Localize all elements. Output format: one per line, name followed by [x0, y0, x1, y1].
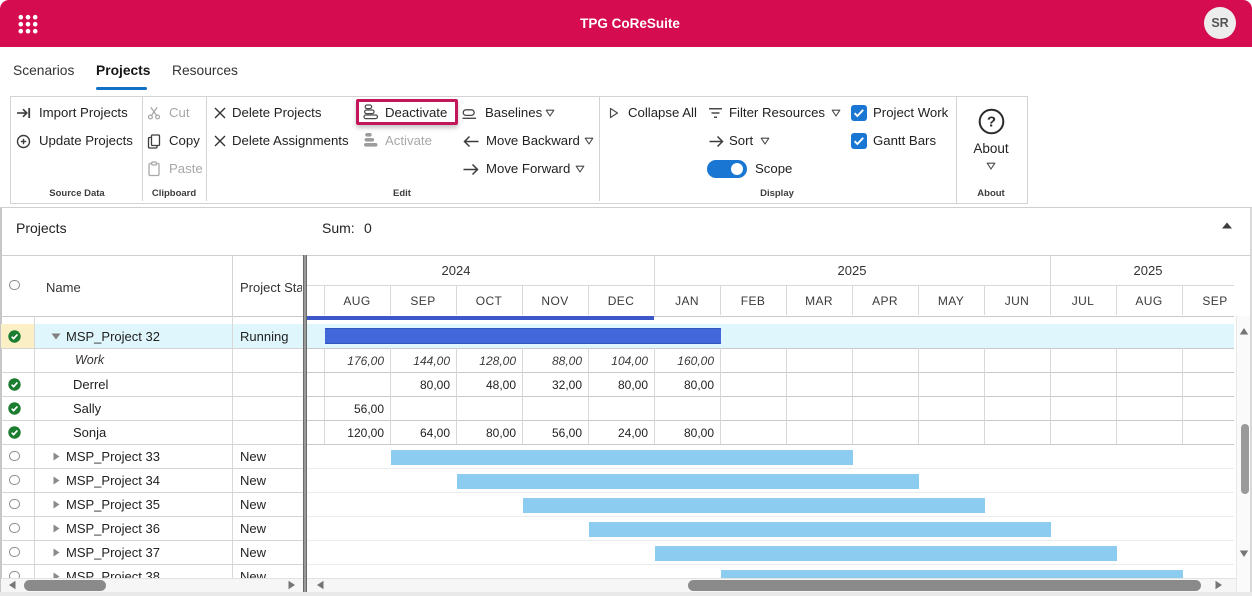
svg-text:?: ? — [987, 114, 996, 131]
